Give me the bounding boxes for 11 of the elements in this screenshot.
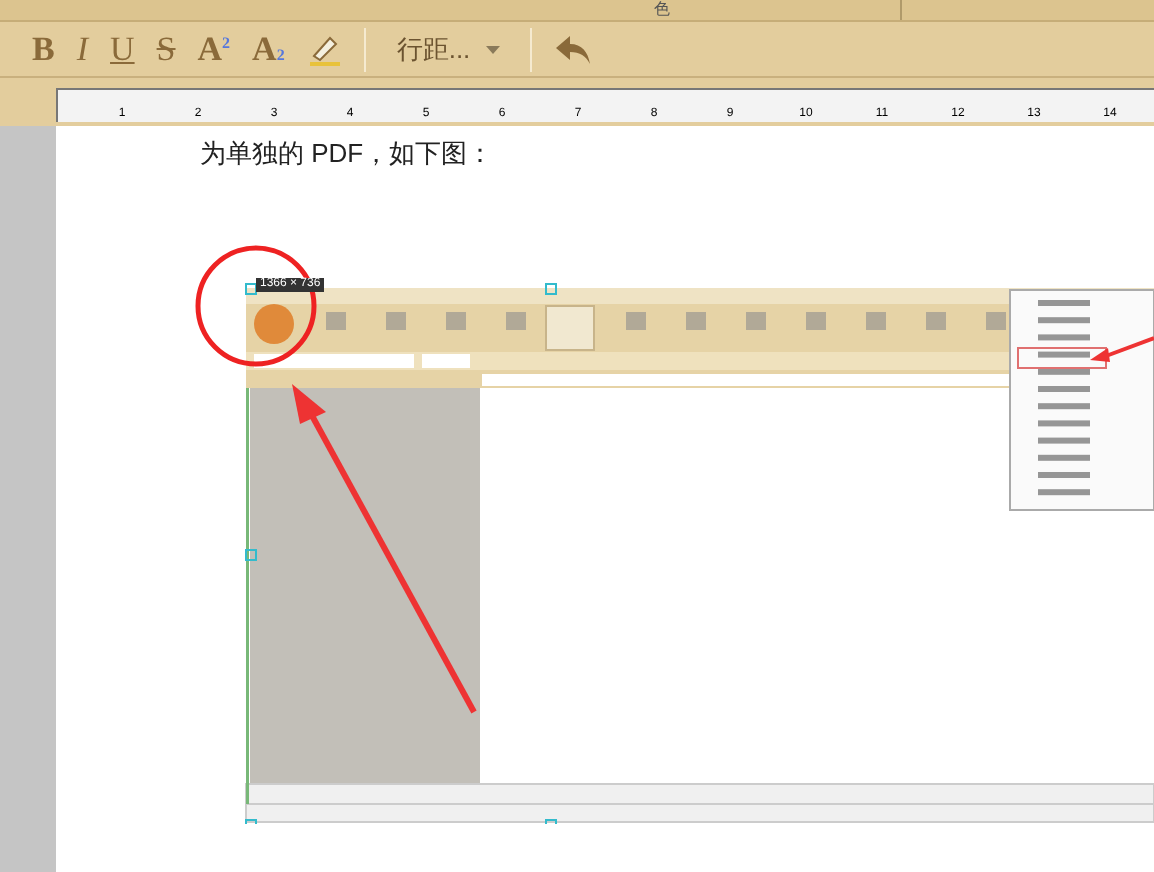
document-paragraph: 为单独的 PDF，如下图：: [200, 136, 496, 172]
strikethrough-button[interactable]: S: [148, 27, 184, 71]
undo-icon[interactable]: [554, 33, 595, 65]
underline-button[interactable]: U: [102, 27, 143, 71]
color-label: 色: [654, 2, 670, 18]
highlighter-icon[interactable]: [306, 31, 343, 67]
bold-button[interactable]: B: [24, 27, 63, 71]
caret-icon: [486, 45, 501, 53]
subscript-button[interactable]: A2: [244, 27, 293, 71]
italic-button[interactable]: I: [68, 27, 97, 71]
line-spacing-dropdown[interactable]: 行距...: [388, 29, 509, 69]
